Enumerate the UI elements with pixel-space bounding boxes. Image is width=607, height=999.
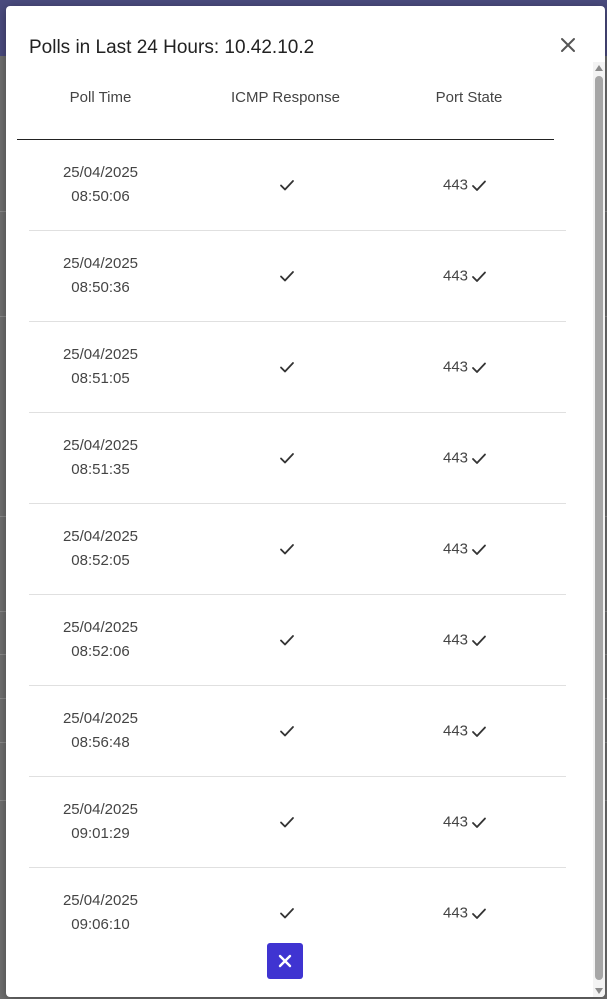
port-state-cell: 443 [443, 359, 487, 376]
dialog-title: Polls in Last 24 Hours: 10.42.10.2 [29, 37, 315, 58]
scroll-up-arrow[interactable] [593, 62, 605, 74]
port-state-cell: 443 [443, 541, 487, 558]
scrollbar-thumb[interactable] [595, 76, 603, 980]
poll-time-cell: 25/04/2025 08:51:05 [62, 346, 139, 387]
check-icon [472, 544, 486, 555]
port-state-cell: 443 [443, 268, 487, 285]
check-icon [280, 908, 294, 919]
port-state-cell: 443 [443, 632, 487, 649]
port-number: 443 [443, 904, 469, 922]
port-state-cell: 443 [443, 723, 487, 740]
port-state-cell: 443 [443, 450, 487, 467]
port-number: 443 [443, 176, 469, 194]
port-number: 443 [443, 267, 469, 285]
check-icon [472, 726, 486, 737]
poll-table-body: 25/04/2025 08:50:06 443 25/04/2025 08:50:3… [29, 140, 566, 958]
poll-time-cell: 25/04/2025 09:06:10 [62, 892, 139, 933]
port-number: 443 [443, 813, 469, 831]
check-icon [280, 362, 294, 373]
scroll-down-arrow[interactable] [593, 985, 605, 997]
close-icon [278, 954, 292, 968]
poll-time-cell: 25/04/2025 08:50:36 [62, 255, 139, 296]
column-header-icmp-response: ICMP Response [231, 89, 340, 106]
table-row: 25/04/2025 08:50:36 443 [29, 231, 566, 322]
check-icon [280, 453, 294, 464]
poll-time-cell: 25/04/2025 08:50:06 [62, 164, 139, 205]
column-header-poll-time: Poll Time [69, 89, 132, 106]
port-number: 443 [443, 631, 469, 649]
table-row: 25/04/2025 08:51:35 443 [29, 413, 566, 504]
port-state-cell: 443 [443, 905, 487, 922]
table-header: Poll Time ICMP Response Port State [17, 78, 554, 140]
check-icon [280, 180, 294, 191]
check-icon [280, 817, 294, 828]
port-number: 443 [443, 449, 469, 467]
table-row: 25/04/2025 08:52:05 443 [29, 504, 566, 595]
dialog-close-button[interactable] [556, 33, 580, 57]
check-icon [472, 453, 486, 464]
check-icon [280, 544, 294, 555]
table-row: 25/04/2025 09:01:29 443 [29, 777, 566, 868]
check-icon [472, 817, 486, 828]
poll-time-cell: 25/04/2025 09:01:29 [62, 801, 139, 842]
port-number: 443 [443, 358, 469, 376]
close-icon [561, 38, 575, 52]
table-row: 25/04/2025 08:56:48 443 [29, 686, 566, 777]
port-number: 443 [443, 540, 469, 558]
table-row: 25/04/2025 08:50:06 443 [29, 140, 566, 231]
check-icon [280, 271, 294, 282]
poll-time-cell: 25/04/2025 08:51:35 [62, 437, 139, 478]
check-icon [472, 362, 486, 373]
poll-time-cell: 25/04/2025 08:52:06 [62, 619, 139, 660]
check-icon [280, 635, 294, 646]
table-row: 25/04/2025 08:51:05 443 [29, 322, 566, 413]
arrow-up-icon [595, 65, 603, 71]
poll-time-cell: 25/04/2025 08:52:05 [62, 528, 139, 569]
port-state-cell: 443 [443, 177, 487, 194]
port-number: 443 [443, 722, 469, 740]
polls-dialog: Polls in Last 24 Hours: 10.42.10.2 Poll … [6, 6, 605, 997]
arrow-down-icon [595, 988, 603, 994]
column-header-port-state: Port State [435, 89, 503, 106]
port-state-cell: 443 [443, 814, 487, 831]
check-icon [472, 180, 486, 191]
table-row: 25/04/2025 08:52:06 443 [29, 595, 566, 686]
check-icon [472, 635, 486, 646]
close-button[interactable] [267, 943, 303, 979]
check-icon [472, 271, 486, 282]
vertical-scrollbar[interactable] [593, 62, 605, 997]
check-icon [280, 726, 294, 737]
poll-time-cell: 25/04/2025 08:56:48 [62, 710, 139, 751]
check-icon [472, 908, 486, 919]
